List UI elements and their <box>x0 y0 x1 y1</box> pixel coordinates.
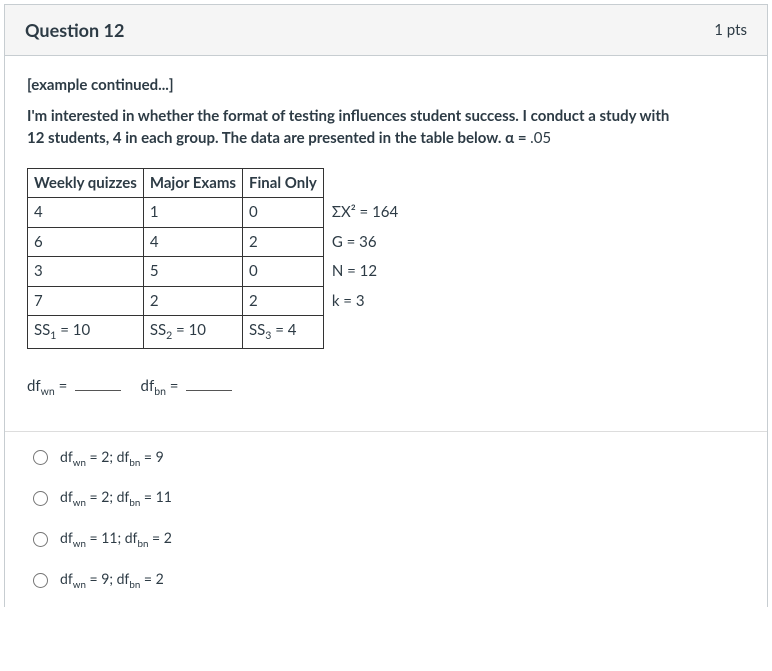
cell: 5 <box>143 257 242 287</box>
cell: 6 <box>28 227 144 257</box>
answer-option[interactable]: dfwn = 2; dfbn = 11 <box>27 478 745 519</box>
answer-option[interactable]: dfwn = 2; dfbn = 9 <box>27 438 745 479</box>
blank-wn <box>75 377 121 391</box>
cell: 4 <box>28 198 144 228</box>
option-label: dfwn = 2; dfbn = 11 <box>60 488 172 509</box>
cell: 2 <box>143 286 242 316</box>
col-header: Major Exams <box>143 168 242 198</box>
table-row: 6 4 2 G = 36 <box>28 227 405 257</box>
prompt-line-1: I'm interested in whether the format of … <box>27 107 669 125</box>
option-label: dfwn = 2; dfbn = 9 <box>60 448 164 469</box>
table-header-row: Weekly quizzes Major Exams Final Only <box>28 168 405 198</box>
ss-cell: SS3 = 4 <box>243 316 324 349</box>
answer-option[interactable]: dfwn = 9; dfbn = 2 <box>27 560 745 601</box>
side-stat: ΣX² = 164 <box>323 198 404 228</box>
alpha-label: α = <box>505 129 530 147</box>
ss-cell: SS2 = 10 <box>143 316 242 349</box>
question-points: 1 pts <box>714 21 747 39</box>
table-row: 7 2 2 k = 3 <box>28 286 405 316</box>
data-table: Weekly quizzes Major Exams Final Only 4 … <box>27 168 405 349</box>
cell: 2 <box>243 286 324 316</box>
prompt-text: I'm interested in whether the format of … <box>27 105 745 150</box>
radio-input[interactable] <box>33 450 48 465</box>
cell: 7 <box>28 286 144 316</box>
option-label: dfwn = 9; dfbn = 2 <box>60 570 164 591</box>
prompt-line-2: 12 students, 4 in each group. The data a… <box>27 129 505 147</box>
example-continued-label: [example continued...] <box>27 74 745 97</box>
side-stat: N = 12 <box>323 257 404 287</box>
cell: 1 <box>143 198 242 228</box>
cell: 2 <box>243 227 324 257</box>
question-header: Question 12 1 pts <box>5 5 767 56</box>
table-row: 3 5 0 N = 12 <box>28 257 405 287</box>
col-header: Weekly quizzes <box>28 168 144 198</box>
blank-bn <box>186 377 232 391</box>
answer-option[interactable]: dfwn = 11; dfbn = 2 <box>27 519 745 560</box>
alpha-value: .05 <box>530 129 551 147</box>
radio-input[interactable] <box>33 491 48 506</box>
ss-cell: SS1 = 10 <box>28 316 144 349</box>
option-label: dfwn = 11; dfbn = 2 <box>60 529 172 550</box>
answer-options: dfwn = 2; dfbn = 9 dfwn = 2; dfbn = 11 d… <box>5 432 767 607</box>
table-ss-row: SS1 = 10 SS2 = 10 SS3 = 4 <box>28 316 405 349</box>
cell: 3 <box>28 257 144 287</box>
cell: 0 <box>243 198 324 228</box>
radio-input[interactable] <box>33 573 48 588</box>
side-stat: G = 36 <box>323 227 404 257</box>
cell: 0 <box>243 257 324 287</box>
side-stat: k = 3 <box>323 286 404 316</box>
col-header: Final Only <box>243 168 324 198</box>
question-body: [example continued...] I'm interested in… <box>5 56 767 431</box>
radio-input[interactable] <box>33 532 48 547</box>
cell: 4 <box>143 227 242 257</box>
table-row: 4 1 0 ΣX² = 164 <box>28 198 405 228</box>
question-title: Question 12 <box>25 19 124 41</box>
question-container: Question 12 1 pts [example continued...]… <box>4 4 768 607</box>
fill-in-prompt: dfwn = dfbn = <box>27 375 745 401</box>
